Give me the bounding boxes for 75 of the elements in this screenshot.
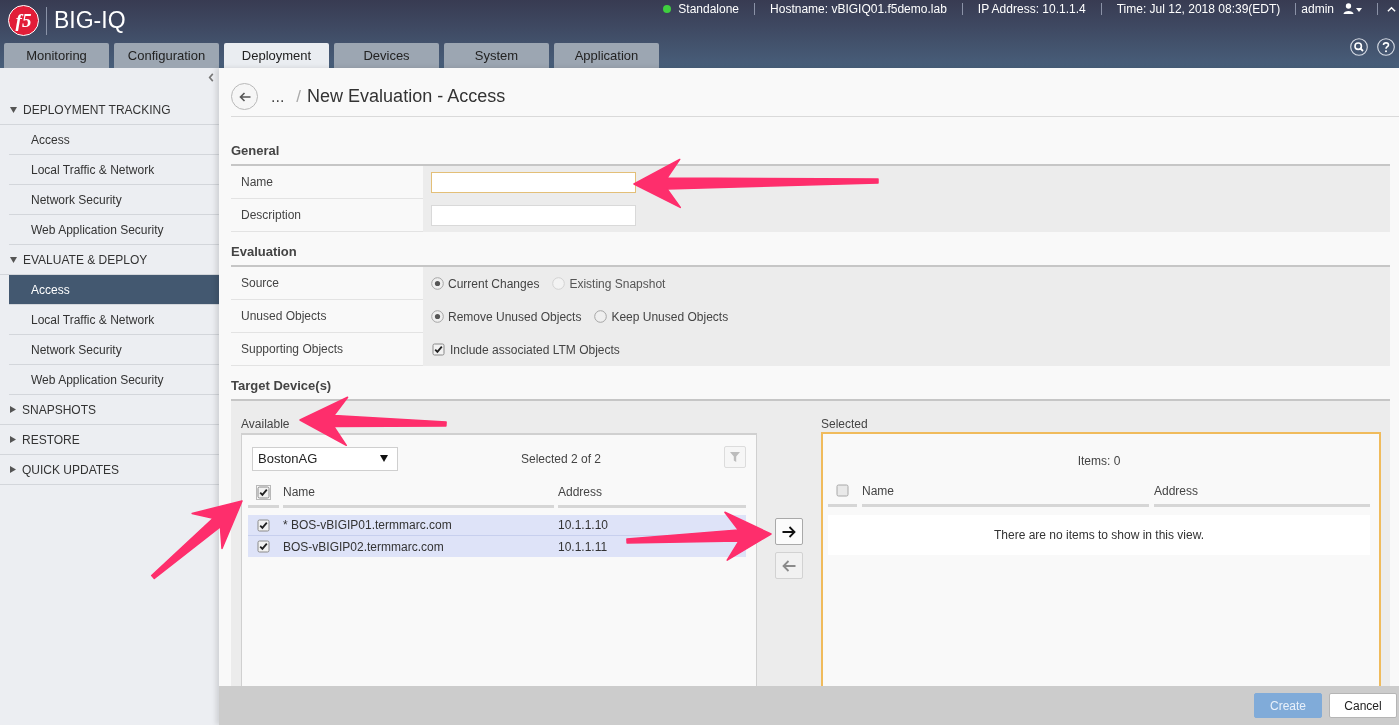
item-count: Items: 0 <box>1077 453 1121 470</box>
field-label: Supporting Objects <box>241 341 344 358</box>
table-cell-text: 10.1.1.10 <box>558 517 610 534</box>
funnel-icon <box>730 452 740 462</box>
user-icon <box>1343 3 1354 14</box>
product-name: BIG-IQ <box>54 9 126 32</box>
option-label: Remove Unused Objects <box>448 308 582 326</box>
field-label: Description <box>241 207 302 224</box>
checkbox[interactable] <box>431 342 446 357</box>
arrow-left-icon <box>782 559 796 572</box>
list-label: Available <box>241 417 290 431</box>
back-button[interactable] <box>231 83 258 110</box>
column-header[interactable]: Address <box>1154 477 1370 507</box>
nav-tab[interactable]: Devices <box>334 43 439 68</box>
field-label: Source <box>241 275 280 292</box>
table-cell-text: * BOS-vBIGIP01.termmarc.com <box>283 517 453 534</box>
field-label: Name <box>241 174 273 191</box>
transfer-button[interactable] <box>775 518 803 545</box>
breadcrumb-separator: / <box>296 85 302 108</box>
option-label: Include associated LTM Objects <box>450 341 620 359</box>
status-text: Hostname: vBIGIQ01.f5demo.lab <box>770 0 947 18</box>
sidebar-item[interactable]: Web Application Security <box>9 365 219 394</box>
table-row[interactable]: BOS-vBIGIP02.termmarc.com 10.1.1.11 <box>248 536 746 557</box>
sidebar-item[interactable]: Access <box>9 275 219 304</box>
status-text: Time: Jul 12, 2018 08:39(EDT) <box>1116 0 1281 18</box>
arrow-right-icon <box>782 525 796 538</box>
radio-button[interactable] <box>431 310 444 323</box>
status-text: Standalone <box>678 0 740 18</box>
arrow-left-icon <box>238 91 251 102</box>
radio-button[interactable] <box>431 277 444 290</box>
chevron-up-icon[interactable] <box>1387 5 1396 12</box>
caret-down-icon <box>1356 8 1362 12</box>
group-dropdown[interactable]: BostonAG <box>252 446 398 471</box>
sidebar-item[interactable]: Network Security <box>9 185 219 214</box>
cancel-button[interactable]: Cancel <box>1329 693 1397 718</box>
status-text: IP Address: 10.1.1.4 <box>977 0 1086 18</box>
checkbox[interactable] <box>256 517 271 533</box>
page-title: New Evaluation - Access <box>307 85 506 108</box>
help-icon[interactable] <box>1377 38 1395 56</box>
checkbox[interactable] <box>835 483 850 498</box>
text-field[interactable] <box>431 172 636 193</box>
checkbox[interactable] <box>256 484 271 500</box>
column-header[interactable]: Name <box>283 479 554 508</box>
sidebar-item[interactable]: Local Traffic & Network <box>9 305 219 334</box>
caret-down-icon <box>380 455 388 462</box>
sidebar-item[interactable]: Web Application Security <box>9 215 219 244</box>
search-icon[interactable] <box>1350 38 1368 56</box>
collapse-icon[interactable] <box>208 73 214 82</box>
breadcrumb-link[interactable]: ... <box>271 84 285 109</box>
table-row[interactable]: * BOS-vBIGIP01.termmarc.com 10.1.1.10 <box>248 515 746 536</box>
sidebar-item[interactable]: Network Security <box>9 335 219 364</box>
checkbox[interactable] <box>256 539 271 554</box>
option-label: Existing Snapshot <box>569 275 666 293</box>
logo: f5 <box>8 5 39 36</box>
field-label: Unused Objects <box>241 308 327 325</box>
radio-button[interactable] <box>594 310 608 323</box>
list-label: Selected <box>821 417 868 431</box>
selection-count: Selected 2 of 2 <box>520 450 602 468</box>
status-dot-icon <box>663 4 672 13</box>
column-header[interactable]: Address <box>558 479 746 508</box>
user-menu-button[interactable]: admin <box>1301 0 1362 18</box>
text-field[interactable] <box>431 205 636 226</box>
sidebar-item[interactable]: Local Traffic & Network <box>9 155 219 184</box>
nav-tab[interactable]: Monitoring <box>4 43 109 68</box>
nav-tab[interactable]: Configuration <box>114 43 219 68</box>
sidebar-item[interactable]: Access <box>9 125 219 154</box>
column-header[interactable]: Name <box>862 477 1149 507</box>
empty-message: There are no items to show in this view. <box>993 527 1205 544</box>
nav-tab[interactable]: Deployment <box>224 43 329 68</box>
option-label: Current Changes <box>448 275 540 293</box>
option-label: Keep Unused Objects <box>611 308 729 326</box>
nav-tab[interactable]: System <box>444 43 549 68</box>
table-cell-text: BOS-vBIGIP02.termmarc.com <box>283 538 445 556</box>
nav-tab[interactable]: Application <box>554 43 659 68</box>
table-cell-text: 10.1.1.11 <box>558 538 609 556</box>
